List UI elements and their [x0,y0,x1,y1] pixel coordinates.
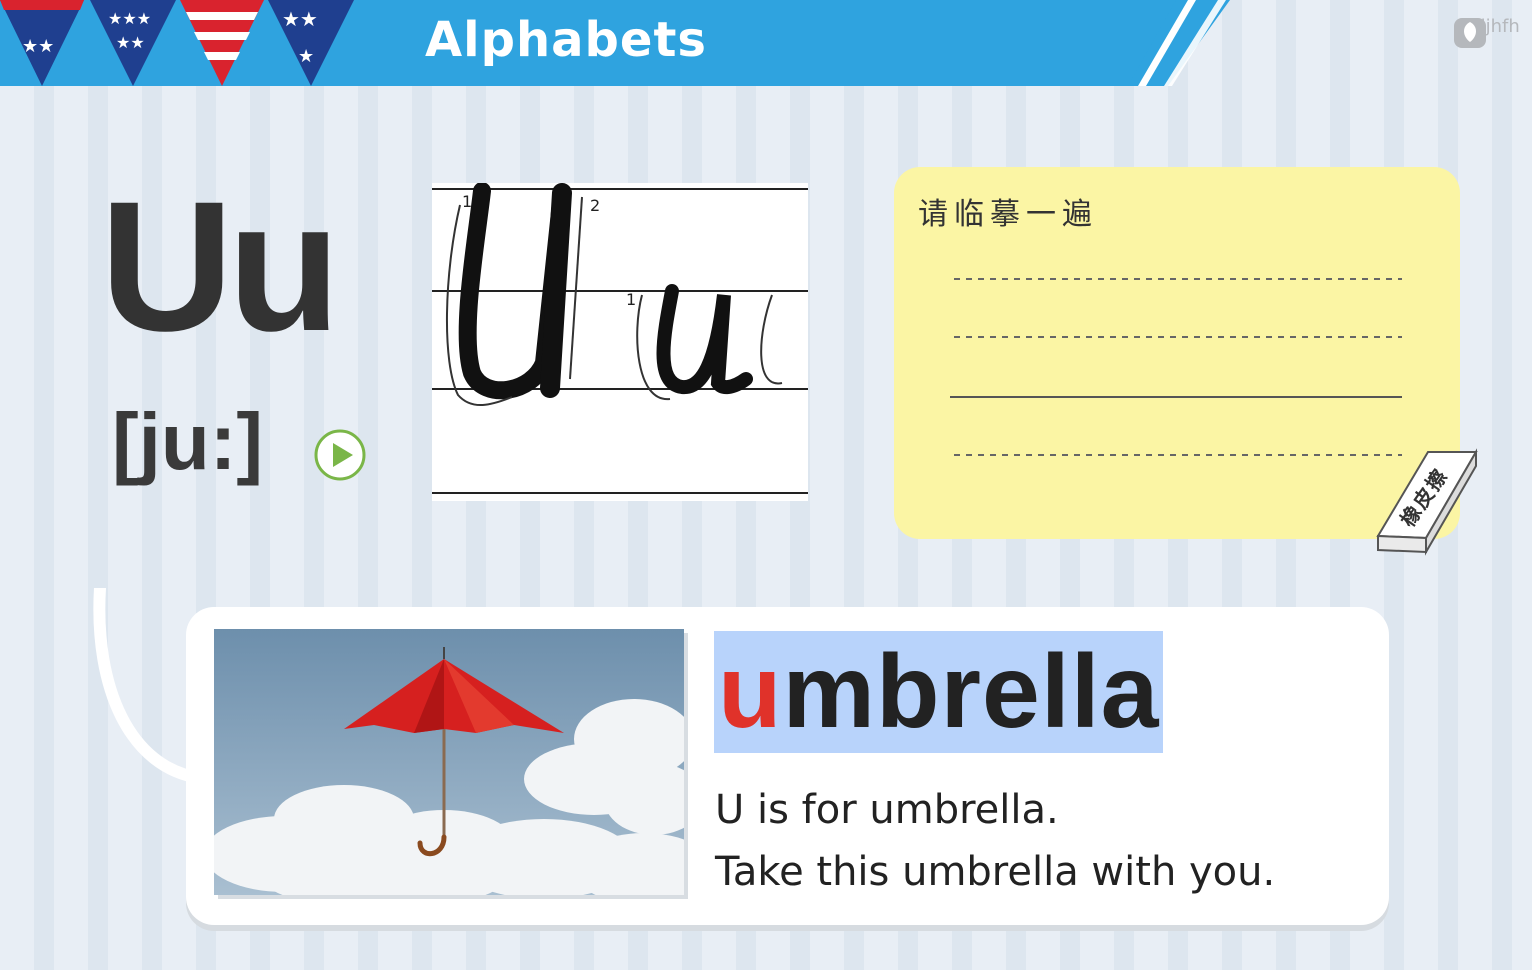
svg-text:★: ★ [298,46,314,67]
play-audio-button[interactable] [313,428,367,482]
svg-text:★★: ★★ [116,33,145,52]
umbrella-image [214,629,684,895]
example-sentence-1: U is for umbrella. [715,787,1059,833]
example-sentence-2: Take this umbrella with you. [715,849,1276,895]
vocabulary-word: umbrella [714,631,1164,753]
tracing-instruction: 请临摹一遍 [918,197,1098,232]
leaf-logo-icon [1454,18,1486,48]
svg-text:★★★: ★★★ [108,9,151,28]
svg-text:★★: ★★ [282,7,318,31]
svg-text:2: 2 [590,196,600,215]
brand-logo: njllljhfh [1452,14,1522,48]
header-banner: ★★ ★★★ ★★ ★★ ★ Alphabets njllljhfh [0,0,1532,86]
cursive-letter-image: 1 2 1 [432,182,808,494]
phonetic-symbol: [ju:] [112,397,264,486]
word-first-letter: u [718,634,783,750]
word-rest: mbrella [782,634,1160,750]
header-background: ★★ ★★★ ★★ ★★ ★ [0,0,1230,86]
vocabulary-card: umbrella U is for umbrella. Take this um… [186,607,1389,925]
page-title: Alphabets [425,12,707,68]
cursive-writing-guide: 1 2 1 [432,182,808,501]
svg-text:★★: ★★ [22,36,54,57]
writing-lines[interactable] [950,271,1410,471]
svg-text:1: 1 [462,192,472,211]
umbrella-picture [214,629,684,895]
eraser-button[interactable]: 橡皮擦 [1368,440,1488,560]
svg-text:1: 1 [626,290,636,309]
letter-display: Uu [100,164,341,370]
